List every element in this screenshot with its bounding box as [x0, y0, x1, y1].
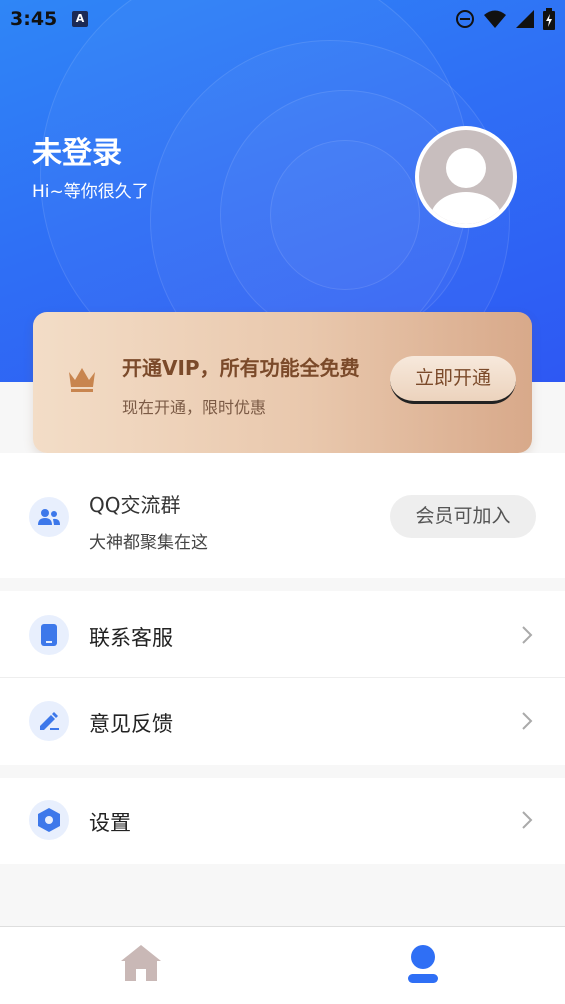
avatar-placeholder-icon — [419, 130, 513, 224]
open-vip-button[interactable]: 立即开通 — [390, 356, 516, 404]
user-icon — [408, 945, 438, 983]
tab-profile[interactable] — [401, 943, 445, 987]
notification-badge: A — [72, 11, 88, 27]
status-icons — [455, 8, 555, 30]
chevron-right-icon — [522, 626, 533, 644]
wifi-icon — [484, 10, 506, 28]
menu-item-label: 联系客服 — [89, 626, 173, 650]
header-decoration — [270, 140, 420, 290]
menu-item-label: 设置 — [89, 811, 131, 835]
phone-icon — [29, 615, 69, 655]
crown-icon — [69, 368, 95, 392]
avatar[interactable] — [415, 126, 517, 228]
battery-icon — [543, 8, 555, 30]
qq-group-row[interactable]: QQ交流群 大神都聚集在这 会员可加入 — [0, 453, 565, 578]
tab-home[interactable] — [119, 943, 163, 987]
login-status-title[interactable]: 未登录 — [32, 128, 122, 172]
home-icon — [121, 945, 161, 981]
vip-banner[interactable]: 开通VIP，所有功能全免费 现在开通，限时优惠 立即开通 — [33, 312, 532, 453]
menu-item-feedback[interactable]: 意见反馈 — [0, 678, 565, 765]
chevron-right-icon — [522, 811, 533, 829]
status-bar: 3:45 A — [0, 0, 565, 40]
bottom-tab-bar — [0, 926, 565, 1004]
edit-icon — [29, 701, 69, 741]
settings-icon — [29, 800, 69, 840]
qq-group-subtitle: 大神都聚集在这 — [89, 533, 208, 553]
welcome-subtitle: Hi~等你很久了 — [32, 182, 149, 202]
menu-item-contact-service[interactable]: 联系客服 — [0, 591, 565, 677]
vip-title: 开通VIP，所有功能全免费 — [122, 356, 360, 380]
group-icon — [29, 497, 69, 537]
status-time: 3:45 — [10, 8, 58, 30]
qq-group-title: QQ交流群 — [89, 493, 181, 517]
menu-item-label: 意见反馈 — [89, 712, 173, 736]
signal-icon — [516, 10, 534, 28]
chevron-right-icon — [522, 712, 533, 730]
member-join-button[interactable]: 会员可加入 — [390, 495, 536, 538]
vip-subtitle: 现在开通，限时优惠 — [122, 398, 267, 417]
menu-item-settings[interactable]: 设置 — [0, 778, 565, 864]
do-not-disturb-icon — [456, 10, 474, 28]
menu-section: 联系客服 意见反馈 — [0, 591, 565, 765]
